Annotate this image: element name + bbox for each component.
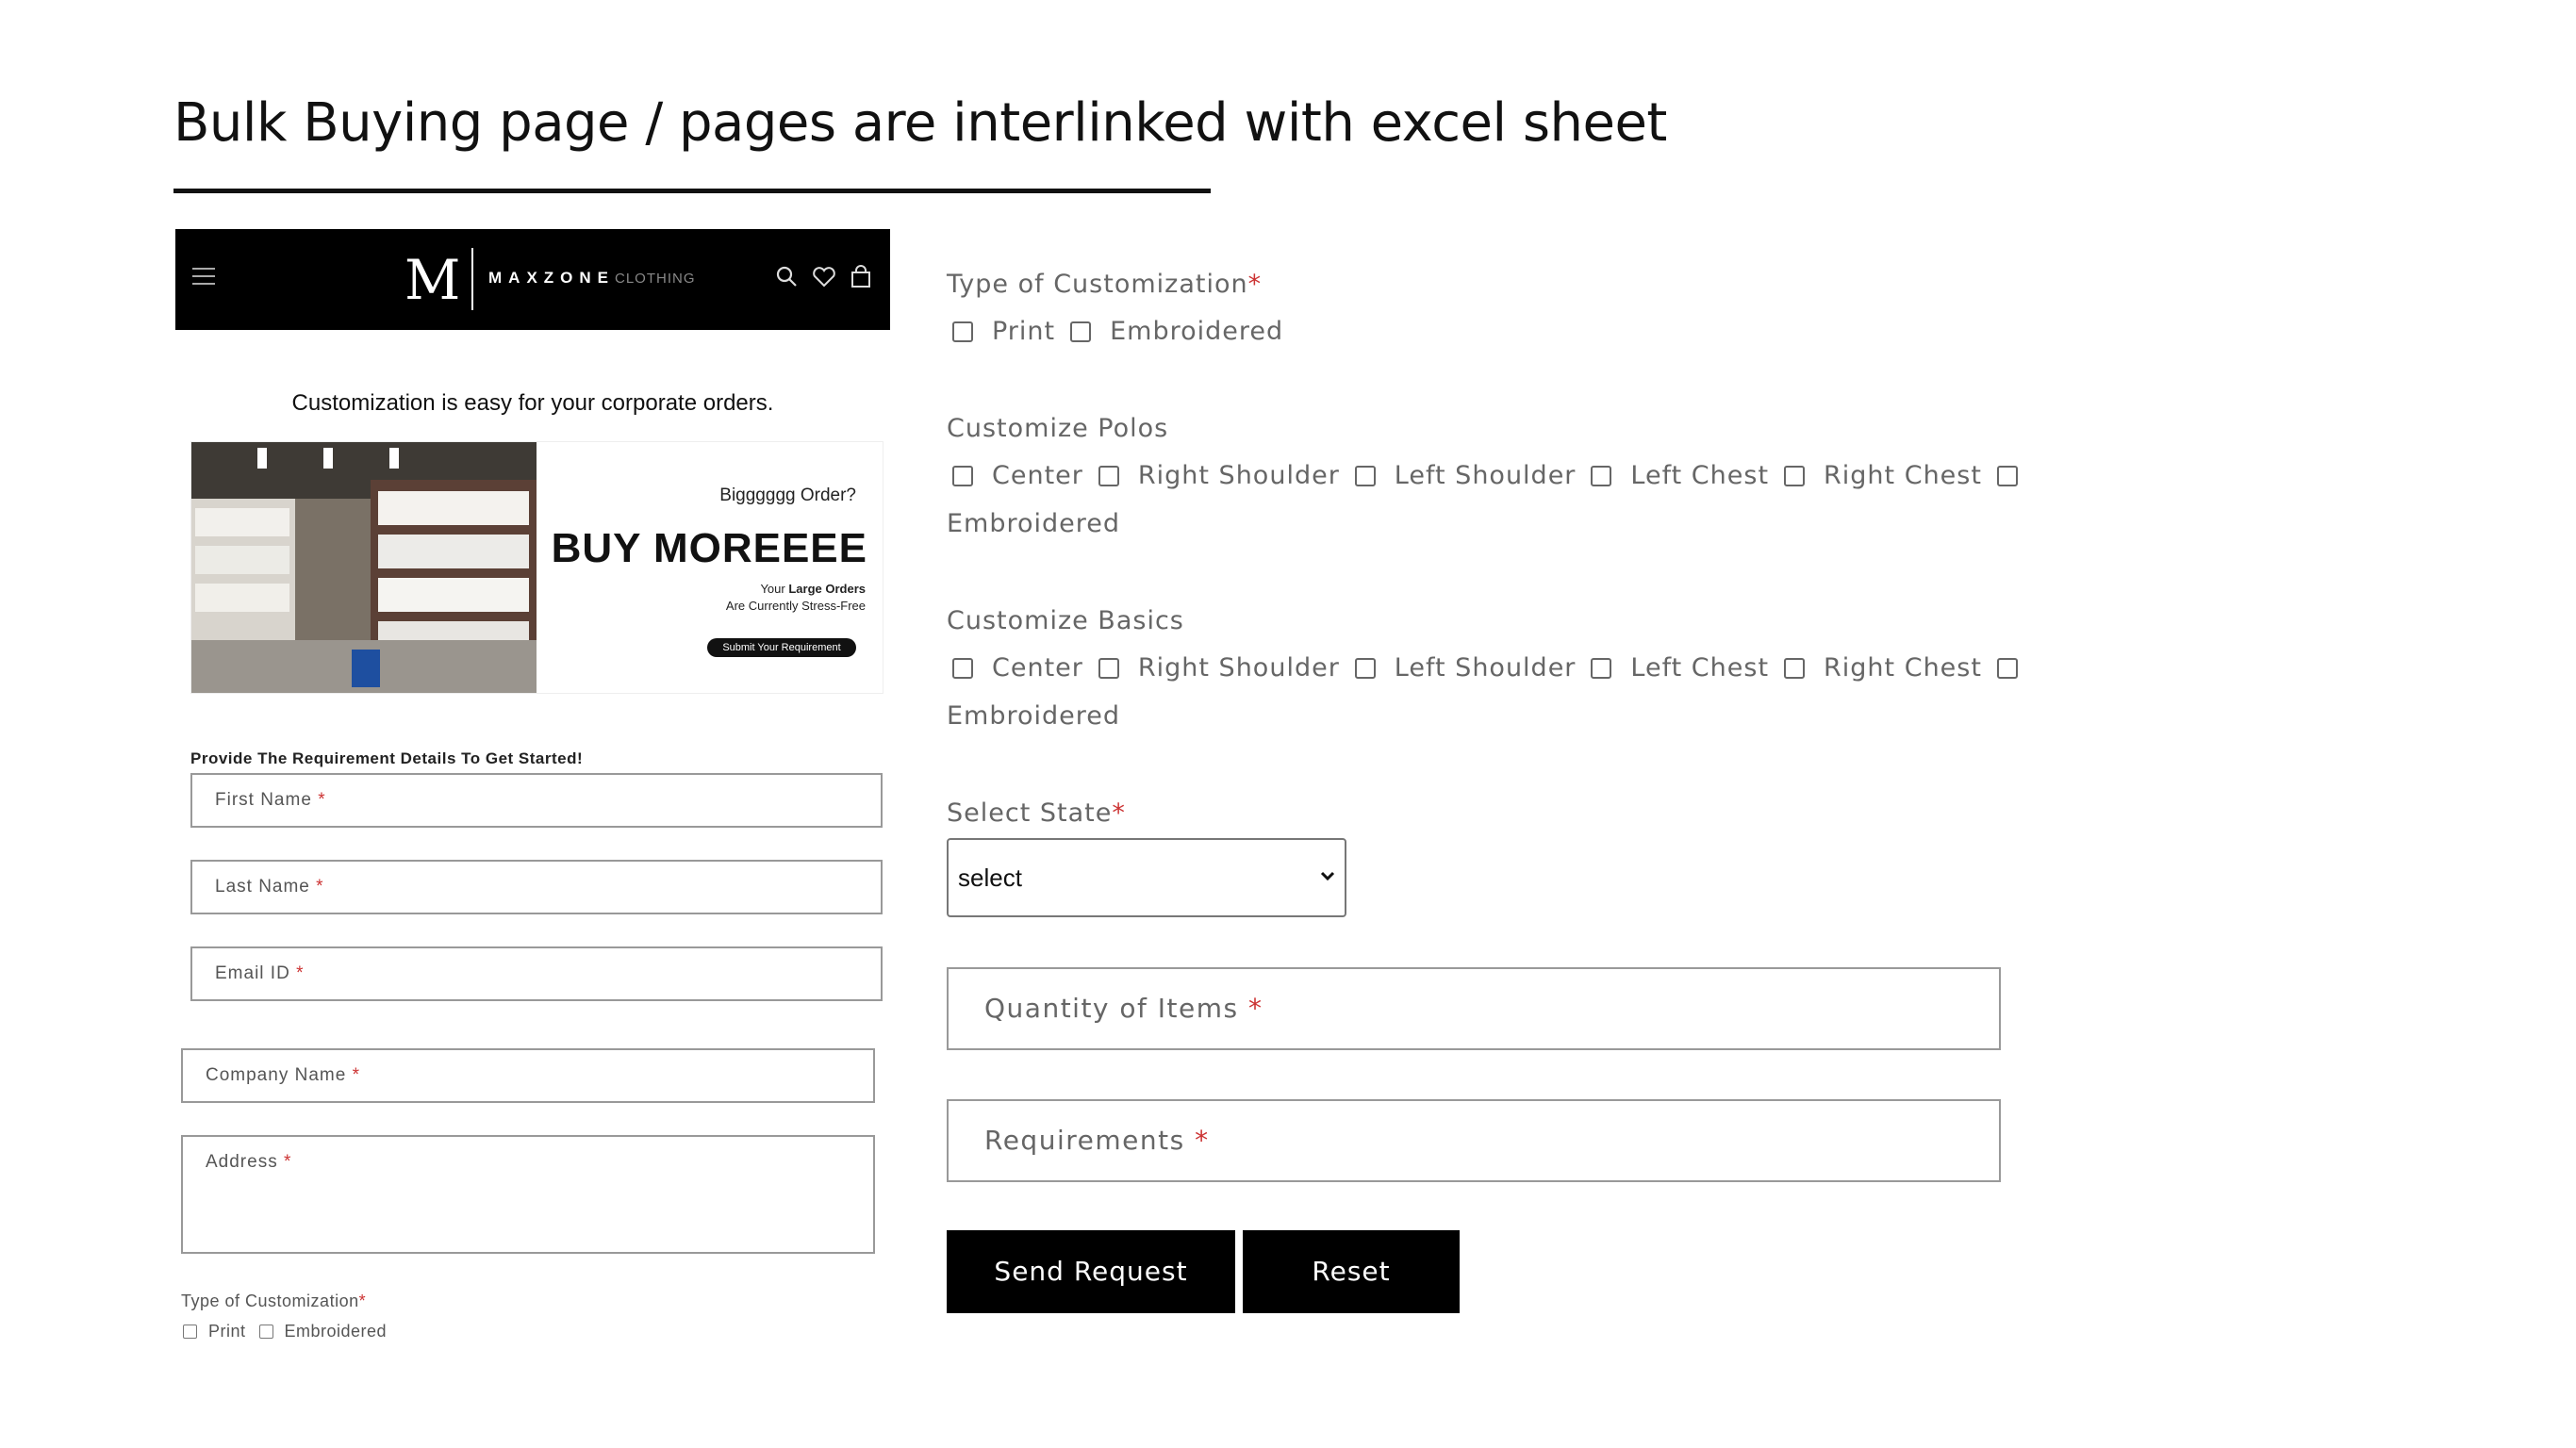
customize-basics-label: Customize Basics [947,606,1184,635]
last-name-field[interactable]: Last Name * [190,860,883,914]
logo-word-light: CLOTHING [615,271,696,287]
required-mark: * [318,790,326,810]
address-placeholder: Address [206,1152,278,1172]
logo-letter: M [405,248,461,312]
polos-options: Center Right Shoulder Left Shoulder Left… [952,461,2037,490]
send-request-button[interactable]: Send Request [947,1230,1235,1313]
required-mark: * [1247,270,1263,299]
customize-polos-label: Customize Polos [947,414,1169,443]
state-select-value: select [958,864,1022,892]
requirements-input[interactable]: Requirements * [947,1099,2001,1182]
first-name-placeholder: First Name [215,790,312,810]
basics-center-label: Center [992,653,1083,683]
banner-line-1-bold: Large Orders [788,582,866,596]
polos-left-chest-checkbox[interactable] [1591,465,1612,486]
print-label: Print [992,317,1056,346]
polos-left-shoulder-checkbox[interactable] [1354,465,1376,486]
print-checkbox[interactable] [183,1325,197,1339]
banner-question: Bigggggg Order? [719,485,856,505]
first-name-field[interactable]: First Name * [190,773,883,828]
basics-center-checkbox[interactable] [952,657,973,679]
basics-left-shoulder-checkbox[interactable] [1354,657,1376,679]
type-options: Print Embroidered [952,317,1298,346]
promo-banner[interactable]: Bigggggg Order? BUY MOREEEE Your Large O… [190,441,883,694]
basics-right-shoulder-checkbox[interactable] [1098,657,1119,679]
requirements-placeholder: Requirements [984,1125,1185,1156]
mobile-customization-label-text: Type of Customization [181,1292,359,1310]
basics-right-chest-checkbox[interactable] [1784,657,1806,679]
required-mark: * [352,1065,360,1085]
warehouse-photo [191,442,537,693]
heart-icon[interactable] [810,263,838,291]
polos-right-shoulder-checkbox[interactable] [1098,465,1119,486]
polos-center-checkbox[interactable] [952,465,973,486]
required-mark: * [296,963,305,983]
embroidered-label: Embroidered [1110,317,1284,346]
search-icon[interactable] [773,263,801,291]
required-mark: * [283,1152,292,1172]
company-name-placeholder: Company Name [206,1065,347,1085]
bag-icon[interactable] [847,263,875,291]
polos-embroidered-checkbox[interactable] [1996,465,2018,486]
select-state-text: Select State [947,798,1113,828]
form-heading: Provide The Requirement Details To Get S… [190,749,584,767]
basics-embroidered-checkbox[interactable] [1996,657,2018,679]
title-divider [173,189,1211,193]
embroidered-option-label: Embroidered [284,1322,388,1341]
basics-left-chest-checkbox[interactable] [1591,657,1612,679]
tagline: Customization is easy for your corporate… [291,390,774,416]
required-mark: * [316,877,324,897]
required-mark: * [1112,798,1126,828]
email-field[interactable]: Email ID * [190,946,883,1001]
reset-button[interactable]: Reset [1243,1230,1460,1313]
site-header: M MAXZONECLOTHING [175,229,890,330]
mobile-customization-label: Type of Customization* [181,1292,366,1311]
polos-right-shoulder-label: Right Shoulder [1137,461,1340,490]
quantity-placeholder: Quantity of Items [984,993,1239,1024]
polos-right-chest-label: Right Chest [1824,461,1982,490]
polos-left-shoulder-label: Left Shoulder [1394,461,1577,490]
company-name-field[interactable]: Company Name * [181,1048,875,1103]
menu-icon[interactable] [192,268,215,287]
logo-word-bold: MAXZONE [488,269,615,287]
banner-headline: BUY MOREEEE [551,525,867,571]
mobile-customization-options: Print Embroidered [183,1322,387,1341]
print-option-label: Print [208,1322,246,1341]
polos-center-label: Center [992,461,1083,490]
select-state-label: Select State* [947,798,1126,828]
polos-embroidered-label: Embroidered [947,509,1121,538]
print-checkbox[interactable] [952,321,973,342]
polos-right-chest-checkbox[interactable] [1784,465,1806,486]
embroidered-checkbox[interactable] [258,1325,273,1339]
logo-wordmark[interactable]: MAXZONECLOTHING [488,269,696,288]
address-field[interactable]: Address * [181,1135,875,1254]
banner-line-1: Your Large Orders [760,582,866,596]
basics-right-shoulder-label: Right Shoulder [1137,653,1340,683]
type-of-customization-text: Type of Customization [947,270,1248,299]
quantity-input[interactable]: Quantity of Items * [947,967,2001,1050]
banner-line-2: Are Currently Stress-Free [725,599,866,613]
submit-requirement-button[interactable]: Submit Your Requirement [707,638,856,657]
required-mark: * [358,1292,367,1310]
basics-right-chest-label: Right Chest [1824,653,1982,683]
required-mark: * [1195,1125,1210,1156]
email-placeholder: Email ID [215,963,290,983]
basics-embroidered-label: Embroidered [947,701,1121,731]
slide-title: Bulk Buying page / pages are interlinked… [173,92,1667,154]
last-name-placeholder: Last Name [215,877,310,897]
basics-left-chest-label: Left Chest [1630,653,1770,683]
chevron-down-icon [1320,871,1335,881]
required-mark: * [1248,993,1263,1024]
logo-divider [471,248,473,310]
type-of-customization-label: Type of Customization* [947,270,1262,299]
basics-left-shoulder-label: Left Shoulder [1394,653,1577,683]
polos-left-chest-label: Left Chest [1630,461,1770,490]
banner-line-1-prefix: Your [760,582,789,596]
embroidered-checkbox[interactable] [1070,321,1092,342]
basics-options: Center Right Shoulder Left Shoulder Left… [952,653,2037,683]
state-select[interactable]: select [947,838,1346,917]
